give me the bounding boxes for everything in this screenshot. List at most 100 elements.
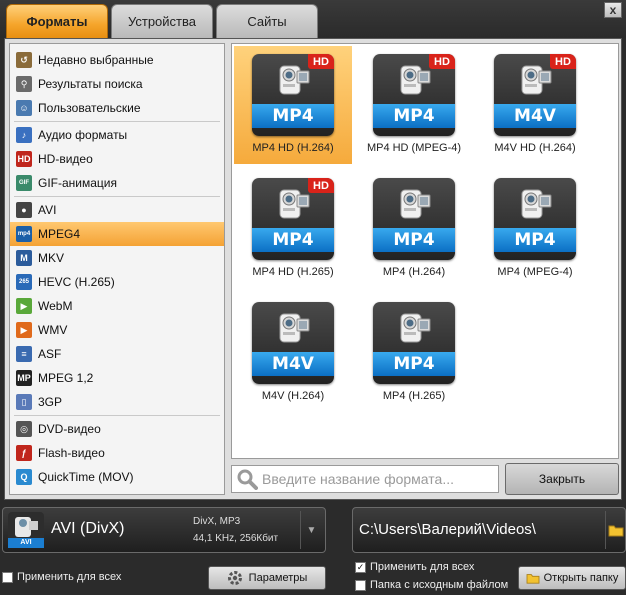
apply-all-format-checkbox[interactable]: Применить для всех — [2, 571, 121, 583]
source-folder-label: Папка с исходным файлом — [370, 579, 509, 591]
sidebar-item[interactable]: ☺ Пользовательские — [10, 96, 224, 120]
sidebar-item[interactable]: ƒ Flash-видео — [10, 441, 224, 465]
format-thumbnail: M4V HD — [494, 54, 576, 136]
tab-formats[interactable]: Форматы — [6, 4, 108, 38]
window-close-button[interactable]: x — [604, 2, 622, 18]
close-button[interactable]: Закрыть — [505, 463, 619, 495]
sidebar-item-label: MPEG 1,2 — [38, 371, 94, 385]
flash-icon: ƒ — [16, 445, 32, 461]
sidebar-item-label: GIF-анимация — [38, 176, 117, 190]
output-format-codecs: DivX, MP3 — [193, 516, 241, 527]
format-caption: MP4 (MPEG-4) — [497, 266, 573, 278]
browse-folder-button[interactable] — [605, 511, 625, 549]
format-thumbnail: MP4 — [373, 302, 455, 384]
format-badge: MP4 — [252, 104, 334, 128]
sidebar-item-label: Недавно выбранные — [38, 53, 154, 67]
parameters-label: Параметры — [248, 572, 308, 584]
destination-folder-field[interactable]: C:\Users\Валерий\Videos\ — [352, 507, 626, 553]
sidebar-item[interactable]: ◎ DVD-видео — [10, 417, 224, 441]
sidebar-item-label: MPEG4 — [38, 227, 81, 241]
sidebar-item[interactable]: Q QuickTime (MOV) — [10, 465, 224, 489]
sidebar-separator — [14, 415, 220, 416]
apply-all-destination-checkbox[interactable]: ✓ Применить для всех — [355, 561, 474, 573]
format-grid: MP4 HD MP4 HD (H.264) MP4 HD MP4 HD (MPEG-4) M… — [231, 43, 619, 459]
sidebar-item[interactable]: HD HD-видео — [10, 147, 224, 171]
format-badge: M4V — [494, 104, 576, 128]
chevron-down-icon[interactable]: ▼ — [300, 511, 322, 549]
sidebar-item[interactable]: ▯ 3GP — [10, 390, 224, 414]
webm-icon: ▶ — [16, 298, 32, 314]
hd-badge: HD — [308, 178, 334, 193]
format-tile[interactable]: MP4 MP4 (H.264) — [355, 170, 473, 288]
sidebar-item-label: WMV — [38, 323, 68, 337]
sidebar-item[interactable]: ⚲ Результаты поиска — [10, 72, 224, 96]
folder-icon — [526, 574, 540, 584]
sidebar-item[interactable]: GIF GIF-анимация — [10, 171, 224, 195]
format-tile[interactable]: MP4 MP4 (MPEG-4) — [476, 170, 594, 288]
sidebar-item[interactable]: ♪ Аудио форматы — [10, 123, 224, 147]
sidebar-item-label: 3GP — [38, 395, 63, 409]
sidebar-item-label: Аудио форматы — [38, 128, 128, 142]
sidebar-item[interactable]: ↺ Недавно выбранные — [10, 48, 224, 72]
checkbox-box[interactable] — [2, 571, 13, 583]
output-settings-bar: AVI AVI (DivX) DivX, MP3 44,1 KHz, 256Кб… — [0, 500, 626, 595]
parameters-button[interactable]: Параметры — [208, 566, 326, 590]
mp4-icon: mp4 — [16, 226, 32, 242]
sidebar-separator — [14, 196, 220, 197]
camcorder-icon — [521, 65, 552, 95]
source-folder-checkbox[interactable]: Папка с исходным файлом — [355, 579, 508, 591]
camcorder-icon — [279, 189, 310, 219]
format-caption: MP4 HD (MPEG-4) — [366, 142, 462, 154]
camcorder-icon — [400, 189, 431, 219]
sidebar-item[interactable]: MP MPEG 1,2 — [10, 366, 224, 390]
format-tile[interactable]: M4V HD M4V HD (H.264) — [476, 46, 594, 164]
sidebar-item[interactable]: M MKV — [10, 246, 224, 270]
destination-path: C:\Users\Валерий\Videos\ — [359, 521, 536, 538]
apply-all-format-label: Применить для всех — [17, 571, 122, 583]
open-folder-button[interactable]: Открыть папку — [518, 566, 626, 590]
output-format-selector[interactable]: AVI AVI (DivX) DivX, MP3 44,1 KHz, 256Кб… — [2, 507, 326, 553]
format-thumbnail: MP4 — [373, 178, 455, 260]
camcorder-icon — [400, 313, 431, 343]
format-thumbnail: MP4 HD — [252, 54, 334, 136]
camcorder-icon — [279, 65, 310, 95]
format-tile[interactable]: M4V M4V (H.264) — [234, 294, 352, 412]
gif-icon: GIF — [16, 175, 32, 191]
format-caption: M4V HD (H.264) — [494, 142, 576, 154]
format-tile[interactable]: MP4 HD MP4 HD (MPEG-4) — [355, 46, 473, 164]
tab-sites[interactable]: Сайты — [216, 4, 318, 38]
avi-icon-label: AVI — [20, 539, 32, 546]
format-thumbnail: MP4 HD — [373, 54, 455, 136]
sidebar-item-label: WebM — [38, 299, 73, 313]
format-caption: MP4 HD (H.265) — [252, 266, 334, 278]
format-search-box — [231, 465, 499, 493]
apply-all-destination-label: Применить для всех — [370, 561, 475, 573]
music-note-icon: ♪ — [16, 127, 32, 143]
checkbox-box-checked[interactable]: ✓ — [355, 561, 366, 573]
format-thumbnail: MP4 — [494, 178, 576, 260]
format-tile[interactable]: MP4 MP4 (H.265) — [355, 294, 473, 412]
hd-badge: HD — [429, 54, 455, 69]
format-search-input[interactable] — [262, 471, 492, 487]
format-thumbnail: MP4 HD — [252, 178, 334, 260]
sidebar-item-label: Пользовательские — [38, 101, 141, 115]
sidebar-item-label: DVD-видео — [38, 422, 101, 436]
camcorder-icon — [521, 189, 552, 219]
sidebar-item[interactable]: 265 HEVC (H.265) — [10, 270, 224, 294]
checkbox-box[interactable] — [355, 579, 366, 591]
format-tile[interactable]: MP4 HD MP4 HD (H.264) — [234, 46, 352, 164]
sidebar-item[interactable]: mp4 MPEG4 — [10, 222, 224, 246]
sidebar-item[interactable]: ≡ ASF — [10, 342, 224, 366]
sidebar-item[interactable]: ▶ WMV — [10, 318, 224, 342]
format-tile[interactable]: MP4 HD MP4 HD (H.265) — [234, 170, 352, 288]
sidebar-item[interactable]: ● AVI — [10, 198, 224, 222]
sidebar-item-label: QuickTime (MOV) — [38, 470, 134, 484]
format-badge: MP4 — [494, 228, 576, 252]
camcorder-icon — [279, 313, 310, 343]
user-icon: ☺ — [16, 100, 32, 116]
format-category-list: ↺ Недавно выбранные ⚲ Результаты поиска ☺ Пол… — [9, 43, 225, 495]
search-results-icon: ⚲ — [16, 76, 32, 92]
tab-devices[interactable]: Устройства — [111, 4, 213, 38]
format-thumbnail: M4V — [252, 302, 334, 384]
sidebar-item[interactable]: ▶ WebM — [10, 294, 224, 318]
